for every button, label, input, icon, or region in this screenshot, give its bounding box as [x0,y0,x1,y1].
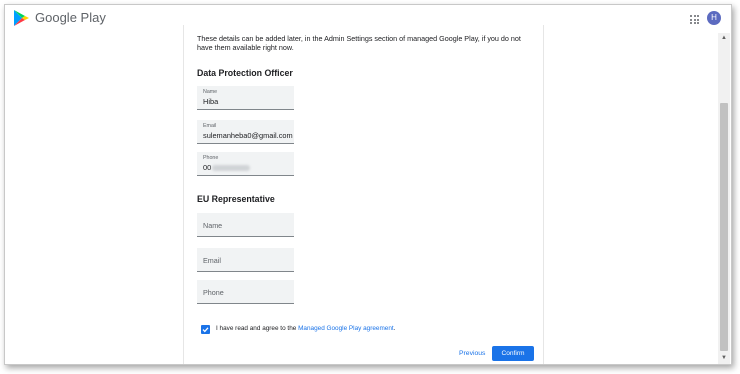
dpo-heading: Data Protection Officer [197,68,293,78]
intro-text: These details can be added later, in the… [197,34,521,52]
agreement-link[interactable]: Managed Google Play agreement [298,325,394,332]
dpo-name-value: Hiba [203,97,219,106]
dpo-email-field[interactable]: Email sulemanheba0@gmail.com [197,120,294,144]
check-icon [202,327,209,333]
scroll-up-arrow-icon[interactable]: ▲ [721,35,727,41]
previous-button[interactable]: Previous [459,350,485,357]
avatar[interactable]: H [707,11,721,25]
dpo-phone-value-wrap: 00 [203,163,251,172]
setup-form-panel: These details can be added later, in the… [183,25,544,364]
browser-window: Google Play H These details can be added… [4,4,732,365]
agreement-checkbox[interactable] [201,325,210,334]
eu-rep-heading: EU Representative [197,194,275,204]
eu-rep-email-field[interactable]: Email [197,248,294,272]
eu-rep-phone-placeholder: Phone [203,288,224,297]
grid-apps-icon[interactable] [690,15,699,24]
eu-rep-email-placeholder: Email [203,256,221,265]
dpo-name-field[interactable]: Name Hiba [197,86,294,110]
google-play-logo-icon[interactable] [12,9,30,27]
agreement-label: I have read and agree to the [216,325,297,332]
agreement-text: I have read and agree to the Managed Goo… [216,325,395,332]
dpo-phone-value: 00 [203,163,212,172]
scrollbar-thumb[interactable] [720,103,728,351]
dpo-email-label: Email [203,123,217,129]
dpo-phone-field[interactable]: Phone 00 [197,152,294,176]
scroll-down-arrow-icon[interactable]: ▼ [721,355,727,361]
dpo-email-value: sulemanheba0@gmail.com [203,131,293,140]
redacted-phone-blur [212,165,251,172]
dpo-name-label: Name [203,89,218,95]
brand-title[interactable]: Google Play [35,10,106,25]
vertical-scrollbar[interactable]: ▲ ▼ [718,33,730,364]
dpo-phone-label: Phone [203,155,219,161]
eu-rep-phone-field[interactable]: Phone [197,280,294,304]
eu-rep-name-field[interactable]: Name [197,213,294,237]
confirm-button[interactable]: Confirm [492,346,534,361]
agreement-suffix: . [393,325,396,332]
eu-rep-name-placeholder: Name [203,221,223,230]
